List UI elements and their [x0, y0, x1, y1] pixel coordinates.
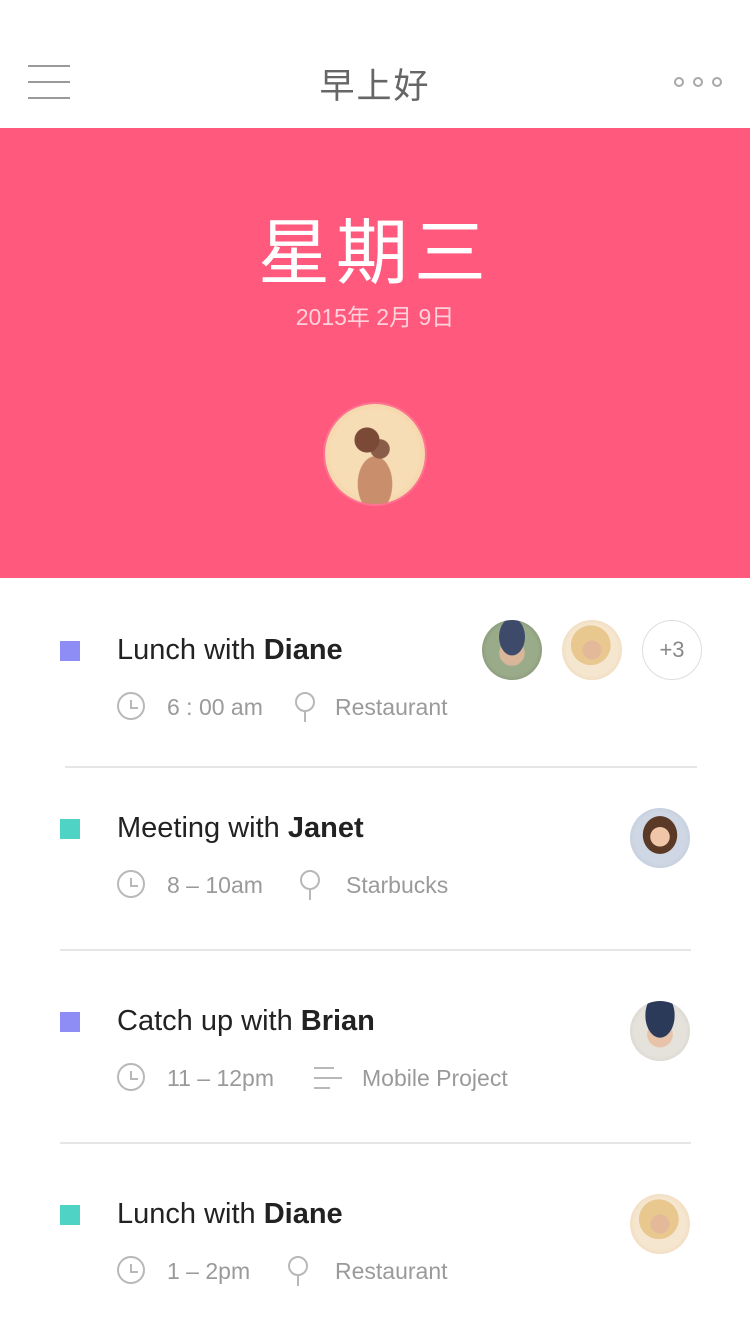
divider — [65, 766, 697, 768]
attendee-avatar[interactable] — [630, 1001, 690, 1061]
location-pin-icon — [288, 1256, 308, 1286]
event-title: Catch up with Brian — [117, 1005, 375, 1037]
event-time: 8 – 10am — [167, 872, 263, 898]
page-title: 早上好 — [319, 67, 431, 106]
date-label: 2015年 2月 9日 — [295, 304, 455, 330]
clock-icon — [117, 1256, 145, 1284]
location-pin-icon — [300, 870, 320, 900]
event-title: Meeting with Janet — [117, 812, 364, 844]
attendee-avatar[interactable] — [562, 620, 622, 680]
notes-lines-icon — [314, 1067, 342, 1089]
day-header: 星期三 2015年 2月 9日 — [0, 128, 750, 578]
event-meta: 6 : 00 am Restaurant — [117, 692, 517, 722]
event-meta: 8 – 10am Starbucks — [117, 870, 517, 900]
event-project: Mobile Project — [362, 1065, 508, 1091]
event-location: Starbucks — [346, 872, 449, 898]
divider — [60, 1142, 691, 1144]
event-title: Lunch with Diane — [117, 1198, 343, 1230]
user-avatar[interactable] — [325, 404, 425, 504]
category-marker — [60, 1205, 80, 1225]
clock-icon — [117, 1063, 145, 1091]
event-meta: 11 – 12pm Mobile Project — [117, 1063, 547, 1093]
location-pin-icon — [295, 692, 315, 722]
divider — [60, 949, 691, 951]
event-title: Lunch with Diane — [117, 634, 343, 666]
clock-icon — [117, 870, 145, 898]
top-bar: 早上好 — [0, 0, 750, 128]
category-marker — [60, 641, 80, 661]
attendee-avatar[interactable] — [630, 1194, 690, 1254]
attendee-avatar[interactable] — [482, 620, 542, 680]
attendee-avatar[interactable] — [630, 808, 690, 868]
weekday-label: 星期三 — [257, 211, 492, 295]
event-location: Restaurant — [335, 694, 448, 720]
event-location: Restaurant — [335, 1258, 448, 1284]
more-attendees-count[interactable]: +3 — [642, 620, 702, 680]
category-marker — [60, 1012, 80, 1032]
more-dots-icon[interactable] — [674, 76, 722, 92]
clock-icon — [117, 692, 145, 720]
event-time: 6 : 00 am — [167, 694, 263, 720]
event-meta: 1 – 2pm Restaurant — [117, 1256, 517, 1286]
event-time: 1 – 2pm — [167, 1258, 251, 1284]
event-time: 11 – 12pm — [167, 1065, 274, 1091]
category-marker — [60, 819, 80, 839]
